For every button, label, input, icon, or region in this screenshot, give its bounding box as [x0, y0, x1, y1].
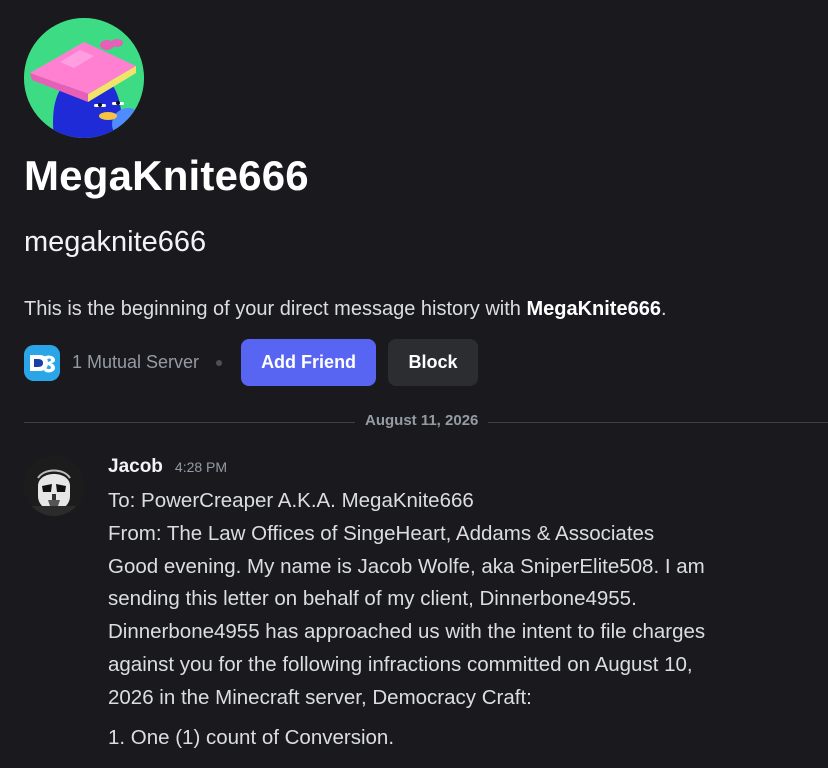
dc-logo-icon — [24, 344, 60, 381]
profile-avatar[interactable] — [24, 18, 144, 138]
message-line: against you for the following infraction… — [108, 652, 693, 676]
intro-suffix: . — [660, 298, 667, 320]
message-line: 2026 in the Minecraft server, Democracy … — [108, 685, 532, 709]
mutual-servers-link[interactable]: 1 Mutual Server — [72, 352, 199, 373]
dm-intro-text: This is the beginning of your direct mes… — [24, 298, 667, 321]
message-author-name[interactable]: Jacob — [108, 456, 163, 478]
divider-date-label: August 11, 2026 — [355, 412, 489, 429]
profile-actions-row: 1 Mutual Server Add Friend Block — [24, 339, 479, 386]
message-content: To: PowerCreaper A.K.A. MegaKnite666 Fro… — [108, 485, 808, 754]
block-button[interactable]: Block — [388, 339, 479, 386]
date-divider: August 11, 2026 — [24, 412, 828, 432]
message-line: Good evening. My name is Jacob Wolfe, ak… — [108, 554, 705, 578]
message-line: Dinnerbone4955 has approached us with th… — [108, 620, 706, 644]
intro-prefix: This is the beginning of your direct mes… — [24, 298, 527, 320]
penguin-avatar-icon — [24, 18, 144, 138]
message-list-item: 1. One (1) count of Conversion. — [108, 725, 395, 749]
separator-dot — [216, 359, 223, 366]
intro-user-name: MegaKnite666 — [526, 298, 661, 320]
stormtrooper-avatar-icon — [24, 456, 84, 516]
message-line: From: The Law Offices of SingeHeart, Add… — [108, 521, 655, 545]
message-header: Jacob 4:28 PM — [108, 456, 227, 478]
message-line: To: PowerCreaper A.K.A. MegaKnite666 — [108, 489, 474, 512]
profile-username: megaknite666 — [24, 226, 207, 258]
add-friend-button[interactable]: Add Friend — [241, 339, 377, 386]
dm-channel-view: MegaKnite666 megaknite666 This is the be… — [0, 0, 828, 768]
message-author-avatar[interactable] — [24, 456, 84, 516]
message-line: sending this letter on behalf of my clie… — [108, 587, 637, 611]
message-timestamp[interactable]: 4:28 PM — [175, 459, 227, 475]
profile-display-name: MegaKnite666 — [24, 152, 309, 199]
server-icon[interactable] — [24, 344, 60, 381]
